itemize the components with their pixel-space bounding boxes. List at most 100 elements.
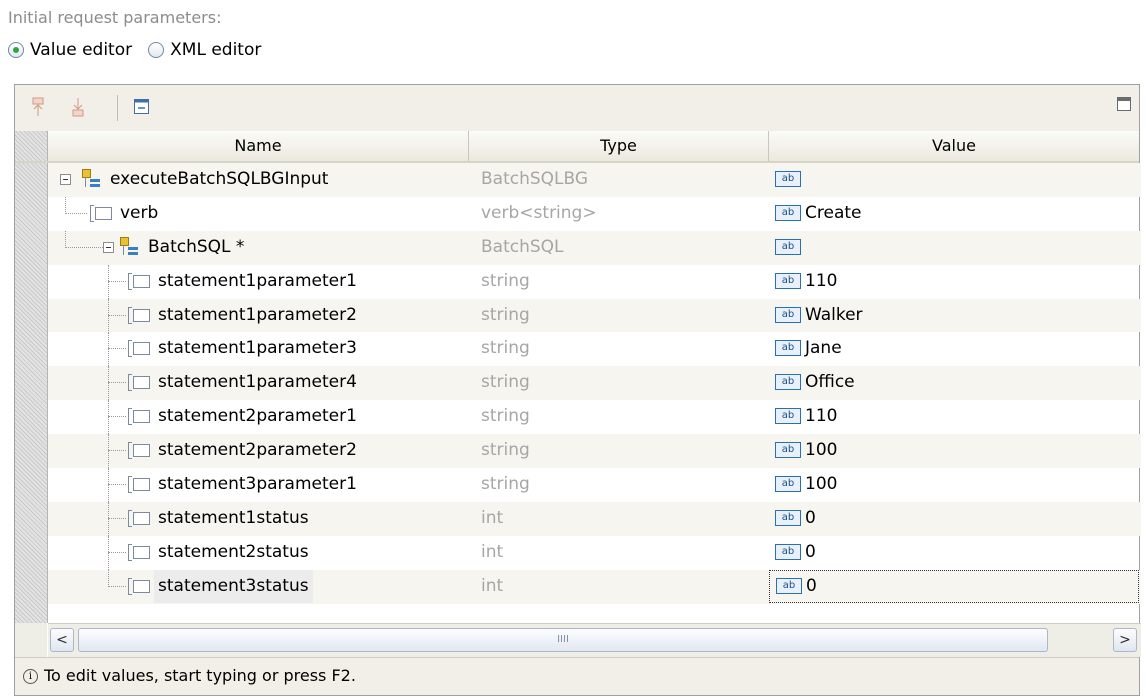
table-row[interactable]: statement1parameter1 string ab 110 [48, 264, 1141, 299]
tree-connector [108, 450, 126, 452]
radio-unselected-icon [148, 42, 165, 58]
string-value-icon: ab [775, 204, 801, 221]
row-type: int [481, 507, 504, 528]
value-cell[interactable]: ab [769, 231, 1139, 264]
name-cell: statement1parameter3 [48, 332, 469, 367]
value-cell[interactable]: ab 110 [769, 265, 1139, 298]
column-header-type[interactable]: Type [469, 131, 769, 161]
string-value-icon: ab [775, 374, 801, 391]
tree-connector [108, 551, 126, 554]
editor-mode-group: Value editor XML editor [8, 40, 261, 60]
table-row[interactable]: statement3status int ab 0 [48, 569, 1141, 604]
xml-editor-radio[interactable]: XML editor [148, 40, 261, 60]
simple-field-icon [128, 509, 150, 527]
value-cell[interactable]: ab Walker [769, 299, 1139, 332]
editor-toolbar [15, 85, 1139, 131]
tree-connector [108, 569, 109, 587]
table-row[interactable]: statement1parameter2 string ab Walker [48, 298, 1141, 333]
row-type: int [481, 575, 504, 596]
tree-connector [108, 280, 126, 283]
move-up-icon [32, 97, 44, 116]
tree-connector [65, 212, 87, 215]
string-value-icon: ab [775, 442, 801, 459]
row-value: Create [805, 202, 862, 223]
maximize-icon[interactable] [1117, 97, 1131, 111]
value-cell[interactable]: ab [769, 163, 1139, 196]
value-cell[interactable]: ab 100 [769, 434, 1139, 467]
move-up-button[interactable] [27, 95, 49, 119]
table-row[interactable]: verb verb<string> ab Create [48, 196, 1141, 231]
value-editor-radio[interactable]: Value editor [8, 40, 132, 60]
table-row[interactable]: statement3parameter1 string ab 100 [48, 468, 1141, 503]
table-row[interactable]: BatchSQL * BatchSQL ab [48, 230, 1141, 265]
tree-connector [108, 314, 126, 317]
row-type: string [481, 474, 530, 495]
string-value-icon: ab [775, 306, 801, 323]
table-row[interactable]: statement2parameter2 string ab 100 [48, 434, 1141, 469]
scrollbar-thumb[interactable]: IIII [78, 628, 1048, 652]
row-value: 110 [805, 406, 838, 427]
table-row[interactable]: statement1status int ab 0 [48, 501, 1141, 536]
row-type: string [481, 338, 530, 359]
simple-field-icon [90, 204, 112, 222]
simple-field-icon [128, 442, 150, 460]
collapse-all-button[interactable] [131, 95, 153, 119]
row-name: executeBatchSQLBGInput [110, 169, 329, 189]
row-type: verb<string> [481, 202, 597, 223]
tree-connector [65, 246, 103, 249]
row-value: 0 [805, 541, 816, 562]
name-cell: statement2status [48, 535, 469, 570]
table-row[interactable]: statement1parameter4 string ab Office [48, 366, 1141, 401]
table-row[interactable]: executeBatchSQLBGInput BatchSQLBG ab [48, 163, 1141, 197]
request-parameters-editor: Name Type Value executeBatchSQLBGInput B… [14, 84, 1141, 696]
move-down-button[interactable] [67, 95, 89, 119]
row-type: int [481, 541, 504, 562]
table-row[interactable]: statement1parameter3 string ab Jane [48, 332, 1141, 367]
string-value-icon: ab [775, 543, 801, 560]
scroll-right-button[interactable]: > [1113, 628, 1137, 652]
collapse-toggle-icon[interactable] [103, 241, 114, 253]
row-type: string [481, 406, 530, 427]
row-gutter [15, 163, 48, 623]
name-cell: verb [48, 196, 469, 230]
value-cell[interactable]: ab Office [769, 366, 1139, 399]
xml-editor-label: XML editor [170, 40, 262, 60]
name-cell: statement1status [48, 501, 469, 536]
value-cell[interactable]: ab 0 [769, 502, 1139, 535]
table-row[interactable]: statement2parameter1 string ab 110 [48, 400, 1141, 435]
parameter-tree-table: executeBatchSQLBGInput BatchSQLBG ab ver… [48, 163, 1141, 604]
value-cell[interactable]: ab 110 [769, 400, 1139, 433]
table-row[interactable]: statement2status int ab 0 [48, 535, 1141, 570]
collapse-toggle-icon[interactable] [60, 174, 71, 185]
value-cell[interactable]: ab Jane [769, 332, 1139, 365]
value-cell[interactable]: ab 100 [769, 468, 1139, 501]
row-name: statement1parameter1 [158, 270, 357, 291]
column-header-name[interactable]: Name [48, 131, 469, 161]
row-name: statement3status [154, 569, 313, 603]
toolbar-separator [117, 95, 118, 121]
row-name: statement1parameter4 [158, 372, 357, 393]
row-name: verb [120, 202, 159, 223]
row-value: Jane [805, 338, 842, 359]
value-cell[interactable]: ab 0 [769, 569, 1139, 603]
name-cell: statement1parameter2 [48, 298, 469, 333]
collapse-all-icon [134, 99, 149, 114]
horizontal-scrollbar[interactable]: < IIII > [48, 623, 1141, 657]
row-name: statement1parameter3 [158, 338, 357, 359]
value-cell[interactable]: ab 0 [769, 536, 1139, 569]
name-cell: statement3parameter1 [48, 468, 469, 503]
header-corner [15, 131, 48, 161]
row-type: BatchSQL [481, 236, 564, 257]
row-type: string [481, 440, 530, 461]
tree-connector [108, 382, 126, 384]
tree-connector [108, 484, 126, 486]
scroll-left-button[interactable]: < [50, 628, 74, 652]
simple-field-icon [128, 577, 150, 595]
row-name: statement2parameter2 [158, 440, 357, 461]
simple-field-icon [128, 374, 150, 392]
row-name: statement2status [158, 541, 309, 562]
name-cell: statement1parameter1 [48, 264, 469, 299]
value-cell[interactable]: ab Create [769, 197, 1139, 230]
column-header-value[interactable]: Value [769, 131, 1139, 161]
name-cell: BatchSQL * [48, 230, 469, 264]
